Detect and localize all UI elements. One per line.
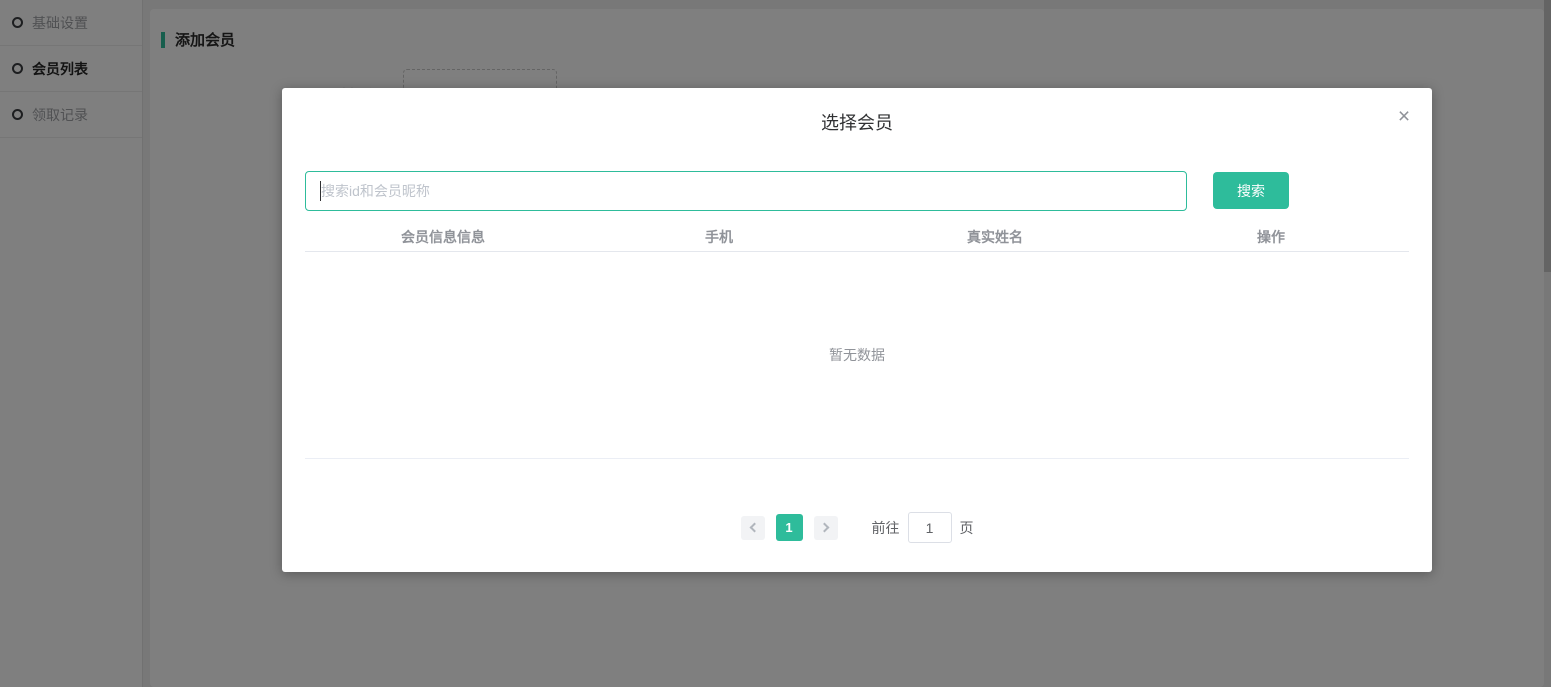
column-header-actions: 操作 <box>1257 228 1285 245</box>
close-icon[interactable]: × <box>1390 103 1418 131</box>
chevron-right-icon <box>819 522 829 533</box>
prev-page-button[interactable] <box>740 515 765 540</box>
dialog-title: 选择会员 <box>821 113 893 133</box>
app-root: 基础设置 会员列表 领取记录 添加会员 选择会员 选择会员 × 搜索 会员信息信… <box>0 0 1551 687</box>
table-header-row: 会员信息信息 手机 真实姓名 操作 <box>305 222 1409 252</box>
empty-state-text: 暂无数据 <box>829 347 885 363</box>
page-jumper: 前往 页 <box>872 512 974 543</box>
column-header-phone: 手机 <box>705 228 733 245</box>
page-jumper-input[interactable] <box>907 512 952 543</box>
text-caret <box>320 181 321 201</box>
chevron-left-icon <box>749 522 759 533</box>
page-number-button[interactable]: 1 <box>775 514 803 541</box>
pagination: 1 前往 页 <box>282 512 1432 543</box>
jumper-suffix-label: 页 <box>959 519 974 536</box>
column-header-member-info: 会员信息信息 <box>401 228 485 245</box>
search-input[interactable] <box>305 171 1187 211</box>
next-page-button[interactable] <box>813 515 838 540</box>
column-header-real-name: 真实姓名 <box>967 228 1023 245</box>
select-member-dialog: 选择会员 × 搜索 会员信息信息 手机 真实姓名 操作 暂无数据 1 前往 页 <box>282 88 1432 572</box>
jumper-prefix-label: 前往 <box>871 519 900 536</box>
table-empty-zone: 暂无数据 <box>305 252 1409 459</box>
search-button[interactable]: 搜索 <box>1213 172 1289 209</box>
